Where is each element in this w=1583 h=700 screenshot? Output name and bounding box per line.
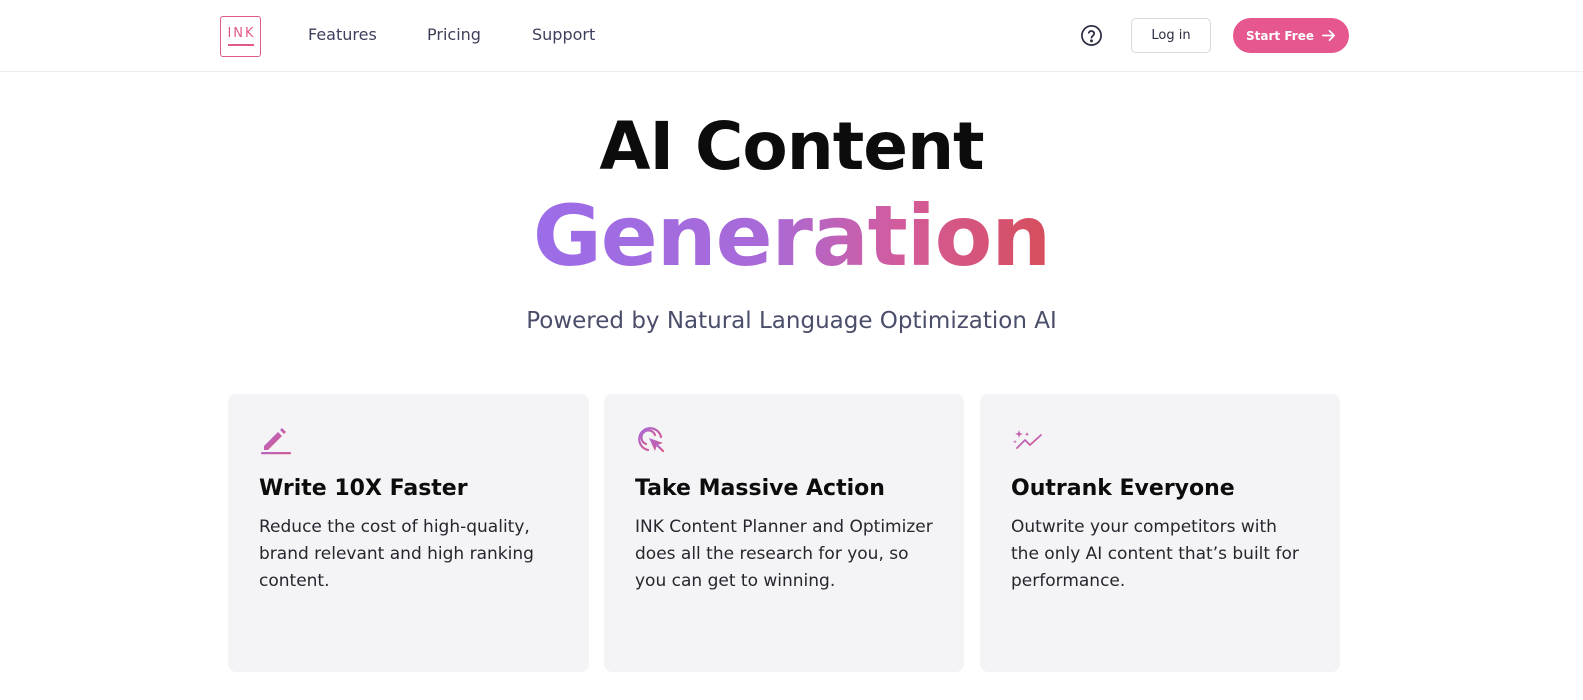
pencil-icon xyxy=(261,428,291,455)
cursor-click-icon xyxy=(638,427,665,453)
feature-title: Take Massive Action xyxy=(635,476,885,501)
feature-description: Reduce the cost of high-quality, brand r… xyxy=(259,517,534,591)
sparkle-trend-icon xyxy=(1013,430,1042,449)
nav-link-pricing[interactable]: Pricing xyxy=(427,25,481,45)
question-circle-icon xyxy=(1081,25,1102,46)
logo-underline xyxy=(227,44,254,46)
login-button-label: Log in xyxy=(1151,28,1191,43)
nav-link-support[interactable]: Support xyxy=(532,25,595,45)
feature-title: Outrank Everyone xyxy=(1011,476,1235,501)
login-button[interactable]: Log in xyxy=(1131,18,1211,53)
logo-text: INK xyxy=(227,26,256,42)
arrow-right-icon xyxy=(1322,29,1335,42)
feature-title: Write 10X Faster xyxy=(259,476,468,501)
feature-card-outrank: Outrank Everyone Outwrite your competito… xyxy=(980,394,1340,672)
top-navigation-bar: INK Features Pricing Support Log in Star… xyxy=(0,0,1583,72)
hero-subtitle: Powered by Natural Language Optimization… xyxy=(526,308,1057,334)
start-free-button[interactable]: Start Free xyxy=(1233,18,1349,53)
feature-description: Outwrite your competitors with the only … xyxy=(1011,517,1299,591)
ink-logo[interactable]: INK xyxy=(220,16,261,57)
hero-gradient-title: Generation xyxy=(0,188,1583,284)
hero-title: AI Content xyxy=(599,108,984,185)
feature-card-write: Write 10X Faster Reduce the cost of high… xyxy=(228,394,589,672)
hero-gradient-text: Generation xyxy=(532,187,1051,285)
help-button[interactable] xyxy=(1080,24,1103,47)
feature-card-action: Take Massive Action INK Content Planner … xyxy=(604,394,964,672)
start-free-label: Start Free xyxy=(1246,28,1314,43)
nav-link-features[interactable]: Features xyxy=(308,25,377,45)
feature-description: INK Content Planner and Optimizer does a… xyxy=(635,517,933,591)
